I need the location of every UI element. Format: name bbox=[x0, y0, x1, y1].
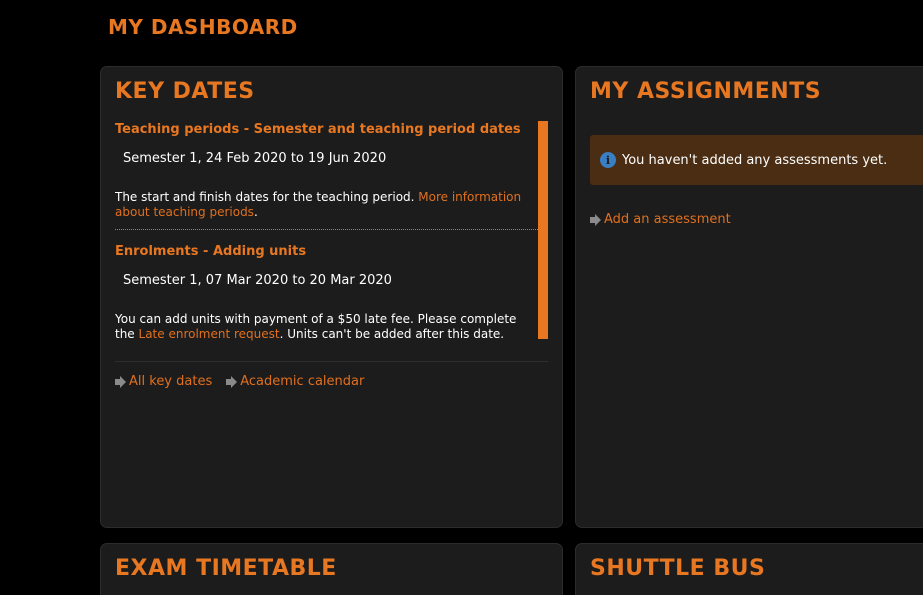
arrow-right-icon bbox=[226, 375, 238, 388]
key-date-desc-text: . bbox=[253, 205, 258, 219]
key-date-range: Semester 1, 07 Mar 2020 to 20 Mar 2020 bbox=[123, 273, 392, 288]
shuttle-bus-title: SHUTTLE BUS bbox=[590, 556, 766, 581]
key-date-description: The start and finish dates for the teach… bbox=[115, 190, 535, 220]
key-date-description: You can add units with payment of a $50 … bbox=[115, 312, 535, 341]
add-assessment-link[interactable]: Add an assessment bbox=[590, 212, 731, 227]
divider bbox=[115, 361, 548, 362]
key-dates-panel: KEY DATES Teaching periods - Semester an… bbox=[100, 66, 563, 528]
all-key-dates-link[interactable]: All key dates bbox=[115, 374, 212, 389]
key-date-item: Teaching periods - Semester and teaching… bbox=[115, 121, 538, 230]
late-enrolment-request-link[interactable]: Late enrolment request bbox=[139, 327, 280, 341]
key-dates-links: All key dates Academic calendar bbox=[115, 374, 364, 389]
key-dates-list[interactable]: Teaching periods - Semester and teaching… bbox=[115, 121, 538, 341]
assignments-title: MY ASSIGNMENTS bbox=[590, 79, 822, 104]
empty-assessments-notice: i You haven't added any assessments yet. bbox=[590, 135, 923, 185]
key-date-desc-text: The start and finish dates for the teach… bbox=[115, 190, 419, 204]
key-date-heading: Enrolments - Adding units bbox=[115, 244, 307, 259]
key-date-heading: Teaching periods - Semester and teaching… bbox=[115, 122, 521, 137]
arrow-right-icon bbox=[590, 213, 602, 226]
exam-timetable-panel: EXAM TIMETABLE bbox=[100, 543, 563, 595]
add-assessment-label: Add an assessment bbox=[604, 212, 731, 227]
key-date-range: Semester 1, 24 Feb 2020 to 19 Jun 2020 bbox=[123, 151, 387, 166]
key-dates-scrollbar[interactable] bbox=[538, 121, 548, 339]
shuttle-bus-panel: SHUTTLE BUS bbox=[575, 543, 923, 595]
academic-calendar-label: Academic calendar bbox=[240, 374, 365, 389]
key-date-desc-text: . Units can't be added after this date. bbox=[279, 327, 505, 341]
info-icon: i bbox=[600, 152, 616, 168]
key-date-item: Enrolments - Adding units Semester 1, 07… bbox=[115, 230, 538, 341]
page-title: MY DASHBOARD bbox=[108, 15, 298, 39]
all-key-dates-label: All key dates bbox=[129, 374, 213, 389]
key-dates-title: KEY DATES bbox=[115, 79, 255, 104]
notice-text: You haven't added any assessments yet. bbox=[622, 152, 888, 168]
academic-calendar-link[interactable]: Academic calendar bbox=[226, 374, 364, 389]
arrow-right-icon bbox=[115, 375, 127, 388]
exam-timetable-title: EXAM TIMETABLE bbox=[115, 556, 337, 581]
assignments-panel: MY ASSIGNMENTS i You haven't added any a… bbox=[575, 66, 923, 528]
